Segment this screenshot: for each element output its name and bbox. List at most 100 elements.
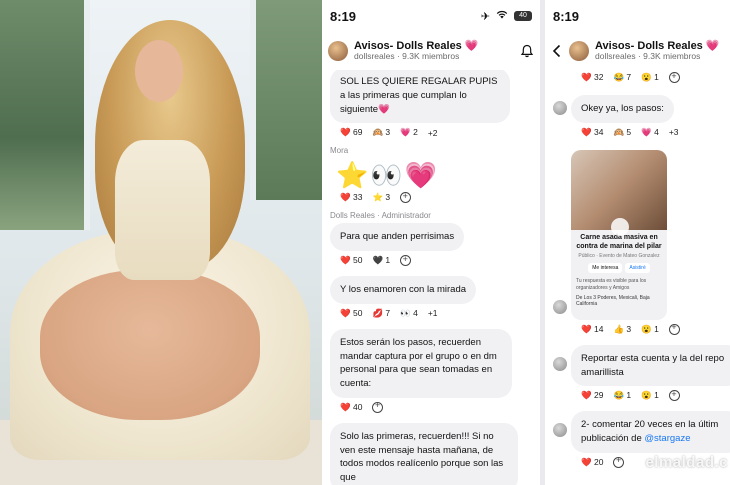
sender-avatar[interactable] bbox=[553, 299, 567, 314]
reaction-chip[interactable]: 🖤 1 bbox=[372, 255, 390, 266]
model-face bbox=[135, 40, 183, 102]
reaction-chip[interactable]: ❤️ 34 bbox=[581, 127, 603, 138]
status-time: 8:19 bbox=[330, 8, 357, 24]
reaction-chip[interactable]: ❤️ 50 bbox=[340, 308, 362, 319]
event-note: Tu respuesta es visible para los organiz… bbox=[576, 278, 647, 291]
promo-photo bbox=[0, 0, 322, 485]
mention-link[interactable]: @stargaze bbox=[644, 433, 690, 444]
sender-avatar[interactable] bbox=[553, 101, 567, 115]
reaction-chip[interactable]: 😮 1 bbox=[641, 72, 659, 83]
message-text: Reportar esta cuenta y la del repo amari… bbox=[571, 344, 730, 387]
message[interactable]: Carne asada masiva en contra de marina d… bbox=[553, 149, 730, 335]
channel-avatar[interactable] bbox=[328, 41, 348, 61]
message[interactable]: SOL LES QUIERE REGALAR PUPIS a las prime… bbox=[330, 70, 540, 138]
event-address: De Los 3 Poderes, Mexicali, Baja Califor… bbox=[576, 295, 650, 308]
reactions-row: ❤️ 32 😂 7 😮 1 bbox=[545, 70, 730, 83]
channel-header[interactable]: Avisos- Dolls Reales 💗 dollsreales · 9.3… bbox=[551, 34, 724, 68]
reaction-chip[interactable]: ❤️ 20 bbox=[581, 457, 603, 468]
interested-button[interactable]: Me interesa bbox=[588, 263, 623, 274]
reaction-chip[interactable]: ❤️ 50 bbox=[340, 255, 362, 266]
model-corset bbox=[115, 140, 210, 280]
model-legs bbox=[40, 270, 260, 420]
reactions-row: ❤️ 34 🙉 5 💗 4 +3 bbox=[571, 123, 730, 138]
message-text: SOL LES QUIERE REGALAR PUPIS a las prime… bbox=[330, 70, 510, 124]
reaction-chip[interactable]: 💋 7 bbox=[372, 308, 390, 319]
event-image bbox=[571, 149, 667, 236]
more-reactions[interactable]: +3 bbox=[669, 127, 679, 137]
channel-members: dollsreales · 9.3K miembros bbox=[595, 51, 701, 62]
message[interactable]: Okey ya, los pasos: ❤️ 34 🙉 5 💗 4 +3 bbox=[553, 95, 730, 138]
reaction-chip[interactable]: ⭐ 3 bbox=[372, 192, 390, 203]
window-background-right bbox=[250, 0, 322, 200]
reactions-row: ❤️ 40 bbox=[330, 398, 540, 413]
reaction-chip[interactable]: ❤️ 29 bbox=[581, 390, 603, 401]
reactions-row: ❤️ 50 💋 7 👀 4 +1 bbox=[330, 304, 540, 319]
reaction-chip[interactable]: 😮 1 bbox=[641, 324, 659, 335]
message-text: Okey ya, los pasos: bbox=[571, 95, 674, 123]
back-arrow-icon[interactable] bbox=[551, 44, 563, 58]
wifi-icon bbox=[496, 10, 508, 22]
reaction-chip[interactable]: 💗 4 bbox=[641, 127, 659, 138]
channel-members: dollsreales · 9.3K miembros bbox=[354, 51, 460, 62]
emoji-message: ⭐👀💗 bbox=[336, 160, 440, 191]
add-reaction-icon[interactable] bbox=[400, 254, 412, 267]
reaction-chip[interactable]: ❤️ 69 bbox=[340, 127, 362, 138]
message-text: Solo las primeras, recuerden!!! Si no ve… bbox=[330, 422, 518, 485]
reaction-chip[interactable]: 😂 1 bbox=[613, 390, 631, 401]
bell-icon[interactable] bbox=[520, 44, 534, 58]
reaction-chip[interactable]: ❤️ 33 bbox=[340, 192, 362, 203]
heart-emoji: 💗 bbox=[705, 39, 720, 52]
reaction-chip[interactable]: 👍 3 bbox=[613, 324, 631, 335]
sender-avatar[interactable] bbox=[553, 423, 567, 438]
add-reaction-icon[interactable] bbox=[668, 322, 680, 335]
message[interactable]: Reportar esta cuenta y la del repo amari… bbox=[553, 344, 730, 402]
reaction-chip[interactable]: 💗 2 bbox=[400, 127, 418, 138]
reactions-row: ❤️ 14 👍 3 😮 1 bbox=[571, 320, 730, 335]
add-reaction-icon[interactable] bbox=[668, 71, 680, 83]
reaction-chip[interactable]: 😮 1 bbox=[641, 390, 659, 401]
reactions-row: ❤️ 29 😂 1 😮 1 bbox=[571, 386, 730, 402]
sender-avatar[interactable] bbox=[553, 356, 567, 371]
add-reaction-icon[interactable] bbox=[400, 191, 412, 204]
message-feed[interactable]: SOL LES QUIERE REGALAR PUPIS a las prime… bbox=[322, 70, 540, 485]
more-reactions[interactable]: +1 bbox=[428, 308, 438, 318]
reaction-chip[interactable]: 🙉 5 bbox=[613, 127, 631, 138]
play-icon[interactable] bbox=[611, 217, 629, 236]
reaction-chip[interactable]: ❤️ 40 bbox=[340, 402, 362, 413]
message[interactable]: Estos serán los pasos, recuerden mandar … bbox=[330, 328, 540, 413]
more-reactions[interactable]: +2 bbox=[428, 128, 438, 138]
reactions-row: ❤️ 50 🖤 1 bbox=[330, 251, 540, 267]
message[interactable]: Y los enamoren con la mirada ❤️ 50 💋 7 👀… bbox=[330, 276, 540, 319]
reaction-chip[interactable]: ❤️ 32 bbox=[581, 72, 603, 83]
airplane-icon: ✈ bbox=[480, 10, 490, 23]
attend-button[interactable]: Asistiré bbox=[625, 263, 650, 274]
reaction-chip[interactable]: 😂 7 bbox=[613, 72, 631, 83]
message[interactable]: Solo las primeras, recuerden!!! Si no ve… bbox=[330, 422, 540, 485]
event-screenshot-card[interactable]: Carne asada masiva en contra de marina d… bbox=[571, 149, 667, 320]
message[interactable]: Dolls Reales · Administrador Para que an… bbox=[330, 211, 540, 267]
phone-screen-1: 8:19 ✈ 40 Avisos- Dolls Reales 💗 dollsre… bbox=[322, 0, 540, 485]
reaction-chip[interactable]: ❤️ 14 bbox=[581, 324, 603, 335]
watermark: elmaldad.c bbox=[645, 454, 728, 471]
add-reaction-icon[interactable] bbox=[668, 389, 680, 402]
message[interactable]: Mora ⭐👀💗 ❤️ 33 ⭐ 3 bbox=[330, 146, 540, 204]
heart-emoji: 💗 bbox=[464, 39, 479, 52]
battery-icon: 40 bbox=[514, 11, 532, 21]
add-reaction-icon[interactable] bbox=[613, 455, 625, 468]
message-feed[interactable]: ❤️ 32 😂 7 😮 1 Okey ya, los pasos: ❤️ 34 … bbox=[545, 70, 730, 485]
channel-avatar[interactable] bbox=[569, 41, 589, 61]
reaction-chip[interactable]: 🙉 3 bbox=[372, 127, 390, 138]
window-background bbox=[0, 0, 90, 230]
reaction-chip[interactable]: 👀 4 bbox=[400, 308, 418, 319]
channel-header[interactable]: Avisos- Dolls Reales 💗 dollsreales · 9.3… bbox=[328, 34, 534, 68]
message-text: Estos serán los pasos, recuerden mandar … bbox=[330, 328, 512, 398]
status-bar: 8:19 bbox=[553, 8, 722, 24]
message-text: Y los enamoren con la mirada bbox=[330, 276, 477, 304]
reactions-row: ❤️ 33 ⭐ 3 bbox=[330, 188, 540, 204]
add-reaction-icon[interactable] bbox=[372, 400, 384, 413]
phone-screen-2: 8:19 Avisos- Dolls Reales 💗 dollsreales … bbox=[545, 0, 730, 485]
sender-name: Mora bbox=[330, 146, 349, 156]
channel-title: Avisos- Dolls Reales bbox=[595, 39, 703, 52]
status-bar: 8:19 ✈ 40 bbox=[330, 8, 532, 24]
channel-title: Avisos- Dolls Reales bbox=[354, 39, 462, 52]
